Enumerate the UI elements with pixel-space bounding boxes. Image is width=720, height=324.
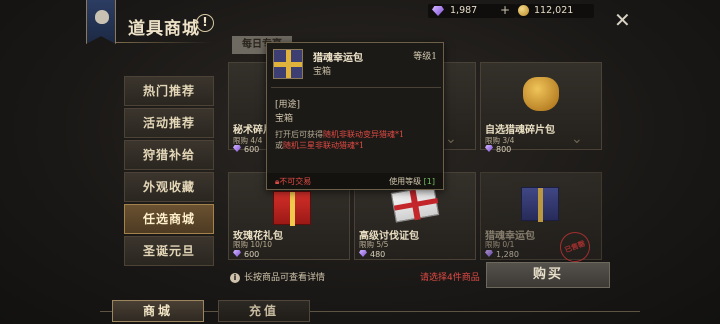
item-price: 1,280 bbox=[485, 250, 519, 259]
buy-button[interactable]: 购买 bbox=[486, 262, 610, 288]
gem-balance: 1,987 bbox=[450, 5, 478, 16]
item-price: 480 bbox=[359, 250, 385, 259]
add-gems-button[interactable]: + bbox=[500, 3, 510, 17]
blue-gift-box-icon bbox=[521, 187, 559, 222]
long-press-hint: i 长按商品可查看详情 bbox=[230, 270, 325, 283]
page-title: 道具商城 bbox=[128, 19, 200, 39]
coin-balance: 112,021 bbox=[534, 5, 574, 16]
tooltip-description: 打开后可获得随机非联动变异猎魂*1 或随机三星非联动猎魂*1 bbox=[275, 130, 405, 150]
white-gift-box-icon bbox=[390, 185, 440, 223]
coin-balance-bar: 112,021 bbox=[516, 4, 594, 18]
title-divider bbox=[116, 42, 212, 43]
tooltip-usage-type: 宝箱 bbox=[275, 114, 294, 124]
item-limit: 限购 0/1 bbox=[485, 240, 515, 249]
sidebar-item-christmas[interactable]: 圣诞元旦 bbox=[124, 236, 214, 266]
item-price: 600 bbox=[233, 250, 259, 259]
item-name: 自选猎魂碎片包 bbox=[485, 125, 555, 136]
shop-banner bbox=[86, 0, 116, 44]
tooltip-footer: 🔒︎不可交易 使用等级 [1] bbox=[267, 173, 443, 189]
item-price: 800 bbox=[485, 145, 511, 154]
item-tooltip: 猎魂幸运包 宝箱 等级1 [用途] 宝箱 打开后可获得随机非联动变异猎魂*1 或… bbox=[266, 42, 444, 190]
use-level: 使用等级 [1] bbox=[389, 177, 435, 186]
tooltip-item-type: 宝箱 bbox=[313, 67, 332, 77]
gem-icon bbox=[233, 250, 241, 257]
sidebar-item-events[interactable]: 活动推荐 bbox=[124, 108, 214, 138]
gem-balance-bar: 1,987 + bbox=[428, 3, 516, 18]
sidebar-item-hot[interactable]: 热门推荐 bbox=[124, 76, 214, 106]
sidebar-item-optional[interactable]: 任选商城 bbox=[124, 204, 214, 234]
gold-pouch-icon bbox=[523, 77, 559, 111]
coin-icon bbox=[518, 5, 529, 16]
bag-icon bbox=[95, 10, 109, 24]
tab-recharge[interactable]: 充值 bbox=[218, 300, 310, 322]
red-gift-box-icon bbox=[273, 191, 311, 226]
info-icon: i bbox=[230, 273, 240, 283]
chevron-down-icon: ⌄ bbox=[571, 131, 583, 147]
gift-box-icon bbox=[273, 49, 303, 79]
gem-icon bbox=[233, 145, 241, 152]
item-limit: 限购 5/5 bbox=[359, 240, 389, 249]
tooltip-item-level: 等级1 bbox=[413, 52, 437, 62]
close-icon[interactable]: ✕ bbox=[614, 8, 631, 32]
item-price: 600 bbox=[233, 145, 259, 154]
tooltip-usage-header: [用途] bbox=[275, 100, 301, 110]
tooltip-divider bbox=[271, 87, 441, 88]
sidebar-item-hunting[interactable]: 狩猎补给 bbox=[124, 140, 214, 170]
gem-icon bbox=[485, 145, 493, 152]
item-card[interactable]: 自选猎魂碎片包 限购 3/4 800 ⌄ bbox=[480, 62, 602, 154]
select-hint: 请选择4件商品 bbox=[420, 273, 480, 283]
lock-label: 🔒︎不可交易 bbox=[275, 177, 312, 186]
sidebar-item-appearance[interactable]: 外观收藏 bbox=[124, 172, 214, 202]
tab-shop[interactable]: 商城 bbox=[112, 300, 204, 322]
chevron-down-icon: ⌄ bbox=[445, 131, 457, 147]
gem-icon bbox=[359, 250, 367, 257]
gem-icon bbox=[485, 250, 493, 257]
tooltip-item-name: 猎魂幸运包 bbox=[313, 53, 363, 64]
help-icon[interactable]: ! bbox=[196, 14, 214, 32]
item-limit: 限购 10/10 bbox=[233, 240, 272, 249]
gem-icon bbox=[432, 6, 444, 16]
